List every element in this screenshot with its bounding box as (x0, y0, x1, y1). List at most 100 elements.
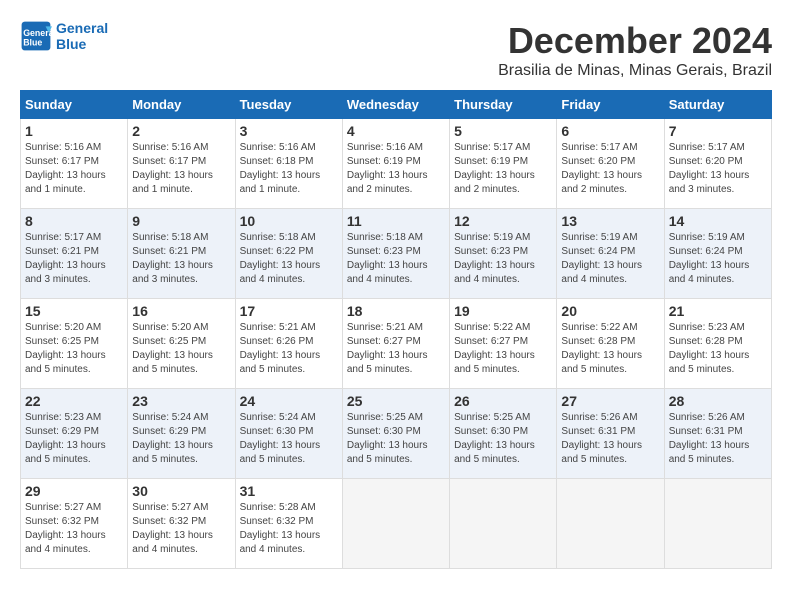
day-number: 20 (561, 303, 659, 319)
day-info: Sunrise: 5:17 AM Sunset: 6:21 PM Dayligh… (25, 231, 123, 287)
day-number: 29 (25, 483, 123, 499)
day-cell: 2Sunrise: 5:16 AM Sunset: 6:17 PM Daylig… (128, 119, 235, 209)
month-title: December 2024 (498, 20, 772, 62)
day-number: 15 (25, 303, 123, 319)
week-row-4: 22 Sunrise: 5:23 AM Sunset: 6:29 PM Dayli… (21, 389, 772, 479)
day-cell: 25Sunrise: 5:25 AM Sunset: 6:30 PM Dayli… (342, 389, 449, 479)
day-info: Sunrise: 5:27 AM Sunset: 6:32 PM Dayligh… (25, 501, 123, 557)
day-number: 10 (240, 213, 338, 229)
logo: General Blue General Blue (20, 20, 108, 52)
day-number: 13 (561, 213, 659, 229)
day-cell (557, 479, 664, 569)
day-number: 24 (240, 393, 338, 409)
day-info: Sunrise: 5:18 AM Sunset: 6:23 PM Dayligh… (347, 231, 445, 287)
day-info: Sunrise: 5:24 AM Sunset: 6:29 PM Dayligh… (132, 411, 230, 467)
day-info: Sunrise: 5:20 AM Sunset: 6:25 PM Dayligh… (132, 321, 230, 377)
day-cell (450, 479, 557, 569)
header-wednesday: Wednesday (342, 91, 449, 119)
day-cell: 5Sunrise: 5:17 AM Sunset: 6:19 PM Daylig… (450, 119, 557, 209)
day-number: 31 (240, 483, 338, 499)
day-cell: 8 Sunrise: 5:17 AM Sunset: 6:21 PM Daylig… (21, 209, 128, 299)
day-number: 2 (132, 123, 230, 139)
day-cell: 18Sunrise: 5:21 AM Sunset: 6:27 PM Dayli… (342, 299, 449, 389)
day-info: Sunrise: 5:21 AM Sunset: 6:26 PM Dayligh… (240, 321, 338, 377)
day-cell: 19Sunrise: 5:22 AM Sunset: 6:27 PM Dayli… (450, 299, 557, 389)
day-cell: 3 Sunrise: 5:16 AM Sunset: 6:18 PM Daylig… (235, 119, 342, 209)
header-friday: Friday (557, 91, 664, 119)
week-row-5: 29 Sunrise: 5:27 AM Sunset: 6:32 PM Dayli… (21, 479, 772, 569)
title-area: December 2024 Brasilia de Minas, Minas G… (498, 20, 772, 80)
day-info: Sunrise: 5:16 AM Sunset: 6:19 PM Dayligh… (347, 141, 445, 197)
day-info: Sunrise: 5:25 AM Sunset: 6:30 PM Dayligh… (454, 411, 552, 467)
day-number: 7 (669, 123, 767, 139)
day-cell: 31Sunrise: 5:28 AM Sunset: 6:32 PM Dayli… (235, 479, 342, 569)
header-row: Sunday Monday Tuesday Wednesday Thursday… (21, 91, 772, 119)
day-number: 19 (454, 303, 552, 319)
day-info: Sunrise: 5:17 AM Sunset: 6:20 PM Dayligh… (669, 141, 767, 197)
day-info: Sunrise: 5:17 AM Sunset: 6:19 PM Dayligh… (454, 141, 552, 197)
day-info: Sunrise: 5:19 AM Sunset: 6:24 PM Dayligh… (561, 231, 659, 287)
calendar-table: Sunday Monday Tuesday Wednesday Thursday… (20, 90, 772, 569)
day-number: 30 (132, 483, 230, 499)
day-cell: 10 Sunrise: 5:18 AM Sunset: 6:22 PM Dayli… (235, 209, 342, 299)
day-cell: 24 Sunrise: 5:24 AM Sunset: 6:30 PM Dayli… (235, 389, 342, 479)
day-info: Sunrise: 5:24 AM Sunset: 6:30 PM Dayligh… (240, 411, 338, 467)
day-info: Sunrise: 5:20 AM Sunset: 6:25 PM Dayligh… (25, 321, 123, 377)
day-cell: 15 Sunrise: 5:20 AM Sunset: 6:25 PM Dayli… (21, 299, 128, 389)
header-saturday: Saturday (664, 91, 771, 119)
day-cell: 1 Sunrise: 5:16 AM Sunset: 6:17 PM Daylig… (21, 119, 128, 209)
day-cell: 13 Sunrise: 5:19 AM Sunset: 6:24 PM Dayli… (557, 209, 664, 299)
day-cell: 16 Sunrise: 5:20 AM Sunset: 6:25 PM Dayli… (128, 299, 235, 389)
day-cell: 7 Sunrise: 5:17 AM Sunset: 6:20 PM Daylig… (664, 119, 771, 209)
svg-text:Blue: Blue (23, 38, 42, 48)
day-cell: 29 Sunrise: 5:27 AM Sunset: 6:32 PM Dayli… (21, 479, 128, 569)
day-info: Sunrise: 5:18 AM Sunset: 6:22 PM Dayligh… (240, 231, 338, 287)
day-cell: 17Sunrise: 5:21 AM Sunset: 6:26 PM Dayli… (235, 299, 342, 389)
day-cell: 27Sunrise: 5:26 AM Sunset: 6:31 PM Dayli… (557, 389, 664, 479)
day-cell: 20 Sunrise: 5:22 AM Sunset: 6:28 PM Dayli… (557, 299, 664, 389)
day-info: Sunrise: 5:16 AM Sunset: 6:18 PM Dayligh… (240, 141, 338, 197)
day-number: 4 (347, 123, 445, 139)
day-info: Sunrise: 5:26 AM Sunset: 6:31 PM Dayligh… (669, 411, 767, 467)
day-number: 26 (454, 393, 552, 409)
day-cell: 6 Sunrise: 5:17 AM Sunset: 6:20 PM Daylig… (557, 119, 664, 209)
day-cell: 11 Sunrise: 5:18 AM Sunset: 6:23 PM Dayli… (342, 209, 449, 299)
logo-subtext: Blue (56, 36, 108, 52)
header-thursday: Thursday (450, 91, 557, 119)
day-number: 9 (132, 213, 230, 229)
day-cell (664, 479, 771, 569)
day-info: Sunrise: 5:27 AM Sunset: 6:32 PM Dayligh… (132, 501, 230, 557)
day-info: Sunrise: 5:23 AM Sunset: 6:29 PM Dayligh… (25, 411, 123, 467)
day-cell: 12 Sunrise: 5:19 AM Sunset: 6:23 PM Dayli… (450, 209, 557, 299)
day-cell: 22 Sunrise: 5:23 AM Sunset: 6:29 PM Dayli… (21, 389, 128, 479)
day-cell: 14 Sunrise: 5:19 AM Sunset: 6:24 PM Dayli… (664, 209, 771, 299)
day-number: 16 (132, 303, 230, 319)
day-cell: 28 Sunrise: 5:26 AM Sunset: 6:31 PM Dayli… (664, 389, 771, 479)
day-info: Sunrise: 5:21 AM Sunset: 6:27 PM Dayligh… (347, 321, 445, 377)
day-number: 3 (240, 123, 338, 139)
day-number: 11 (347, 213, 445, 229)
day-number: 14 (669, 213, 767, 229)
day-info: Sunrise: 5:16 AM Sunset: 6:17 PM Dayligh… (25, 141, 123, 197)
day-number: 21 (669, 303, 767, 319)
day-info: Sunrise: 5:17 AM Sunset: 6:20 PM Dayligh… (561, 141, 659, 197)
week-row-1: 1 Sunrise: 5:16 AM Sunset: 6:17 PM Daylig… (21, 119, 772, 209)
day-number: 8 (25, 213, 123, 229)
header-sunday: Sunday (21, 91, 128, 119)
day-number: 1 (25, 123, 123, 139)
day-info: Sunrise: 5:23 AM Sunset: 6:28 PM Dayligh… (669, 321, 767, 377)
week-row-2: 8 Sunrise: 5:17 AM Sunset: 6:21 PM Daylig… (21, 209, 772, 299)
day-number: 6 (561, 123, 659, 139)
day-info: Sunrise: 5:22 AM Sunset: 6:28 PM Dayligh… (561, 321, 659, 377)
day-number: 27 (561, 393, 659, 409)
day-number: 22 (25, 393, 123, 409)
day-cell: 21 Sunrise: 5:23 AM Sunset: 6:28 PM Dayli… (664, 299, 771, 389)
day-cell: 9Sunrise: 5:18 AM Sunset: 6:21 PM Daylig… (128, 209, 235, 299)
logo-text: General (56, 20, 108, 36)
day-number: 12 (454, 213, 552, 229)
day-cell: 23Sunrise: 5:24 AM Sunset: 6:29 PM Dayli… (128, 389, 235, 479)
day-info: Sunrise: 5:19 AM Sunset: 6:23 PM Dayligh… (454, 231, 552, 287)
day-number: 28 (669, 393, 767, 409)
day-info: Sunrise: 5:19 AM Sunset: 6:24 PM Dayligh… (669, 231, 767, 287)
page-header: General Blue General Blue December 2024 … (20, 20, 772, 80)
